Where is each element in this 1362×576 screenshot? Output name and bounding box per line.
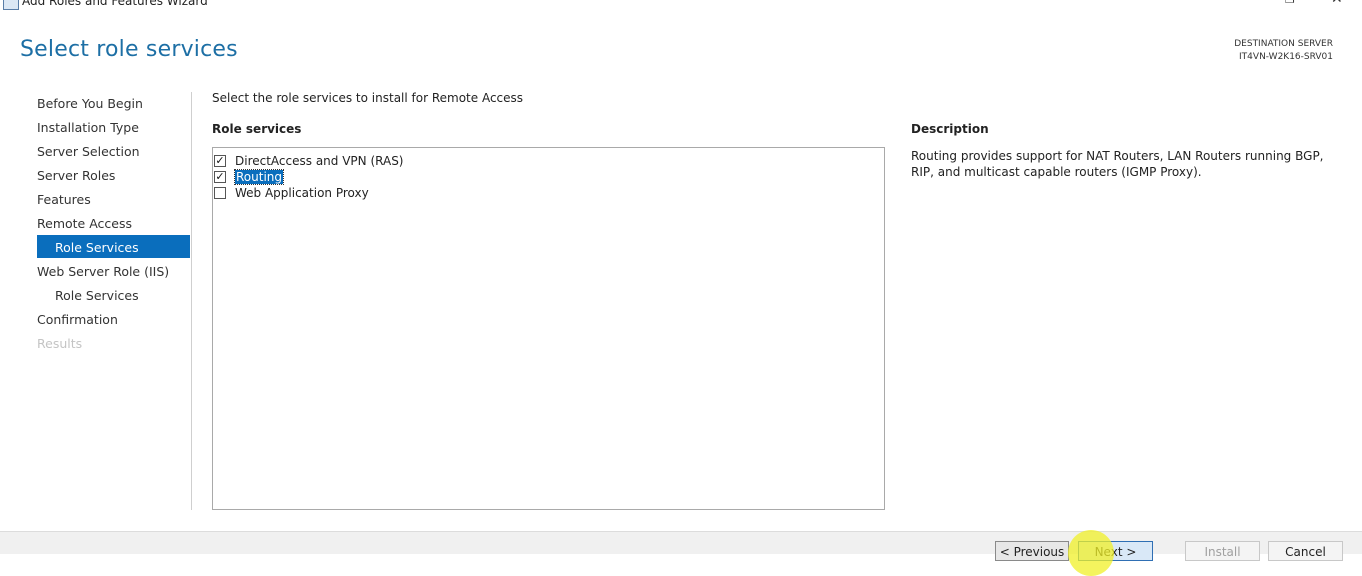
nav-item-role-services-remote-access[interactable]: Role Services <box>37 235 190 258</box>
page-title: Select role services <box>20 37 238 62</box>
destination-server: DESTINATION SERVER IT4VN-W2K16-SRV01 <box>1234 38 1333 64</box>
role-service-label: Routing <box>233 169 285 185</box>
role-service-label: Web Application Proxy <box>235 186 369 200</box>
destination-server-label: DESTINATION SERVER <box>1234 39 1333 49</box>
directaccess-vpn-checkbox[interactable]: ✓ <box>214 155 226 167</box>
role-service-web-application-proxy[interactable]: Web Application Proxy <box>214 185 369 201</box>
role-service-routing[interactable]: ✓ Routing <box>214 169 285 185</box>
nav-item-before-you-begin[interactable]: Before You Begin <box>37 93 190 115</box>
web-application-proxy-checkbox[interactable] <box>214 187 226 199</box>
nav-item-server-selection[interactable]: Server Selection <box>37 141 190 163</box>
title-bar: Add Roles and Features Wizard ❐ ✕ <box>0 0 1362 14</box>
nav-item-installation-type[interactable]: Installation Type <box>37 117 190 139</box>
nav-item-confirmation[interactable]: Confirmation <box>37 309 190 331</box>
role-service-directaccess-vpn[interactable]: ✓ DirectAccess and VPN (RAS) <box>214 153 404 169</box>
instruction-text: Select the role services to install for … <box>212 91 524 105</box>
nav-item-features[interactable]: Features <box>37 189 190 211</box>
nav-item-web-server-role[interactable]: Web Server Role (IIS) <box>37 261 190 283</box>
role-service-label: DirectAccess and VPN (RAS) <box>235 154 404 168</box>
next-button[interactable]: Next > <box>1078 541 1153 561</box>
cancel-button[interactable]: Cancel <box>1268 541 1343 561</box>
previous-button[interactable]: < Previous <box>995 541 1069 561</box>
window-title: Add Roles and Features Wizard <box>22 0 208 8</box>
destination-server-name: IT4VN-W2K16-SRV01 <box>1239 52 1333 62</box>
nav-divider <box>191 92 192 510</box>
role-services-list: ✓ DirectAccess and VPN (RAS) ✓ Routing W… <box>212 147 885 510</box>
nav-item-server-roles[interactable]: Server Roles <box>37 165 190 187</box>
description-text: Routing provides support for NAT Routers… <box>911 149 1324 179</box>
restore-icon[interactable]: ❐ <box>1285 0 1299 7</box>
role-services-header: Role services <box>212 122 302 136</box>
close-icon[interactable]: ✕ <box>1331 0 1345 7</box>
nav-item-role-services-iis[interactable]: Role Services <box>37 285 190 307</box>
server-manager-icon <box>3 0 19 10</box>
routing-checkbox[interactable]: ✓ <box>214 171 226 183</box>
install-button: Install <box>1185 541 1260 561</box>
nav-item-results: Results <box>37 336 83 351</box>
nav-item-remote-access[interactable]: Remote Access <box>37 213 190 235</box>
description-header: Description <box>911 122 989 136</box>
wizard-footer <box>0 531 1362 554</box>
